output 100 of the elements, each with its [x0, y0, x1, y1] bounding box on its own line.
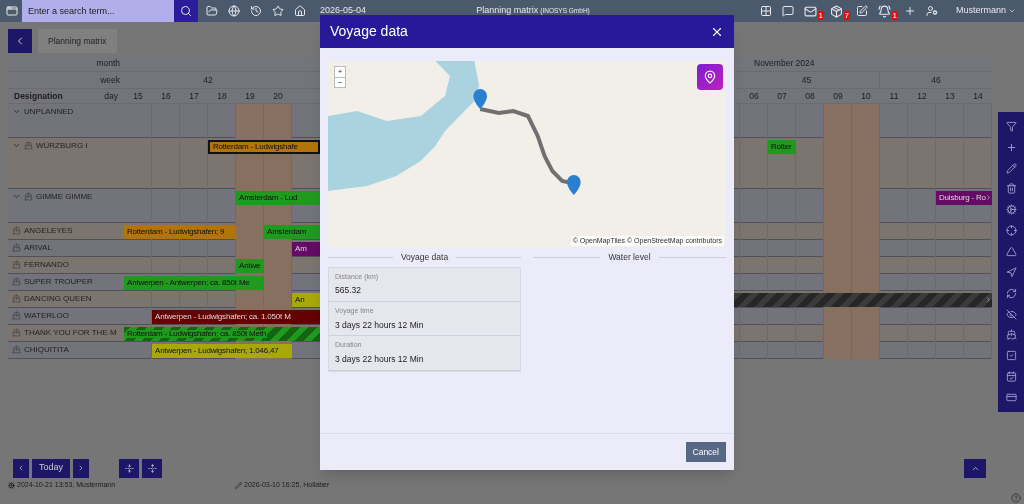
voyage-bar[interactable]: Rotter	[768, 140, 796, 154]
bell-icon	[877, 4, 891, 18]
search-field[interactable]: Enter a search term...	[22, 0, 174, 22]
filter-icon[interactable]	[1005, 120, 1017, 132]
day-number: 09	[832, 90, 844, 103]
page-title: Planning matrix	[476, 4, 539, 18]
target-icon[interactable]	[1005, 225, 1017, 237]
eye-off-icon[interactable]	[1005, 308, 1017, 320]
calendar-check-icon[interactable]	[1005, 371, 1017, 383]
date-text: 2026-05-04	[320, 4, 367, 18]
checkbox-icon[interactable]	[1005, 350, 1017, 362]
day-number: 08	[804, 90, 816, 103]
triangle-icon[interactable]	[1005, 246, 1017, 257]
home-icon[interactable]	[294, 5, 306, 17]
month-label: month	[95, 57, 121, 70]
voyage-bar[interactable]: Rotterdam - Ludwigshafen; ca. 850t Meth	[124, 327, 320, 341]
voyage-bar[interactable]: Amsterdam	[264, 225, 320, 239]
voyage-bar[interactable]: An	[292, 293, 320, 307]
pencil-icon	[235, 481, 243, 489]
mail-icon	[803, 4, 817, 18]
day-number: 06	[748, 90, 760, 103]
voyage-bar[interactable]: Antwerpen - Ludwigshafen; ca. 1.050t M	[152, 310, 320, 324]
refresh-icon[interactable]	[1005, 287, 1017, 299]
card-icon[interactable]	[1005, 391, 1017, 403]
voyage-bar[interactable]: Antwerpen - Antwerpen; ca. 850t Me	[124, 276, 264, 290]
chevron-down-icon[interactable]	[12, 141, 21, 150]
add-icon[interactable]	[903, 5, 916, 17]
gears-icon	[8, 481, 15, 489]
chevron-down-icon[interactable]	[12, 192, 21, 201]
grid-icon[interactable]	[759, 5, 772, 17]
section-title: Water level	[608, 251, 651, 264]
ship-icon	[12, 226, 21, 235]
day-number: 11	[888, 90, 900, 103]
day-number: 07	[776, 90, 788, 103]
day-number: 15	[132, 90, 144, 103]
day-number: 20	[272, 90, 284, 103]
row-name: UNPLANNED	[24, 107, 74, 117]
row-name: DANCING QUEEN	[24, 294, 92, 304]
tab[interactable]: Planning matrix	[38, 29, 117, 53]
add-icon[interactable]	[1005, 141, 1017, 153]
day-number: 10	[860, 90, 872, 103]
gears-icon[interactable]	[1005, 204, 1017, 216]
voyage-bar[interactable]: Am	[292, 242, 320, 256]
chevron-down-icon[interactable]	[12, 107, 21, 116]
voyage-bar[interactable]: Amsterdam - Lud	[236, 191, 320, 205]
voyage-bar[interactable]: Rotterdam - Ludwigshafen; 9	[124, 225, 236, 239]
row-name: SUPER TROUPER	[24, 277, 93, 287]
navigation-icon[interactable]	[1005, 266, 1017, 278]
field-value: 3 days 22 hours 12 Min	[335, 318, 425, 332]
expand-icon	[147, 463, 157, 473]
message-icon[interactable]	[781, 5, 794, 17]
cancel-button[interactable]: Cancel	[685, 442, 726, 462]
week-number: 42	[203, 74, 213, 87]
box-icon	[829, 4, 843, 18]
day-number: 14	[972, 90, 984, 103]
row-name: ARIVAL	[24, 243, 52, 253]
scroll-top-button[interactable]	[964, 458, 986, 478]
field-value: 565.32	[335, 284, 362, 297]
week-number: 46	[931, 74, 941, 87]
user-menu[interactable]: Mustermann	[955, 4, 1016, 18]
month-heading: November 2024	[753, 57, 815, 70]
delete-icon[interactable]	[1005, 183, 1017, 195]
edit-icon[interactable]	[855, 5, 868, 17]
folder-icon[interactable]	[206, 5, 218, 17]
zoom-out-button[interactable]: −	[335, 77, 345, 87]
ship-icon	[12, 345, 21, 354]
globe-icon[interactable]	[228, 5, 240, 17]
ship-icon	[12, 311, 21, 320]
ship-icon	[24, 192, 33, 201]
voyage-bar[interactable]: Duisburg - Ro	[936, 191, 992, 205]
pencil-icon[interactable]	[1005, 162, 1017, 174]
day-number: 19	[244, 90, 256, 103]
voyage-bar[interactable]: Rotterdam - Ludwigshafe	[208, 140, 320, 154]
collapse-button[interactable]	[119, 458, 140, 478]
day-number: 18	[216, 90, 228, 103]
row-name: WÜRZBURG I	[36, 141, 88, 151]
day-number: 17	[188, 90, 200, 103]
ship-icon	[12, 294, 21, 303]
notification-badge: 1	[817, 11, 824, 20]
next-button[interactable]	[73, 458, 90, 478]
app-icon[interactable]	[6, 5, 18, 17]
designation-heading: Designation	[14, 89, 63, 103]
row-name: WATERLOO	[24, 311, 69, 321]
row-name: CHIQUITITA	[24, 345, 69, 355]
expand-button[interactable]	[142, 458, 163, 478]
zoom-in-button[interactable]: +	[335, 67, 345, 77]
voyage-bar[interactable]: Antwerpen - Ludwigshafen; 1.046,47	[152, 344, 292, 358]
week-number: 45	[801, 74, 812, 87]
star-icon[interactable]	[272, 5, 284, 17]
user-settings-icon[interactable]	[925, 5, 938, 17]
field-value: 3 days 22 hours 12 Min	[335, 352, 425, 366]
voyage-bar[interactable]: Antwe	[236, 259, 264, 273]
history-icon[interactable]	[250, 5, 262, 17]
previous-button[interactable]	[13, 458, 29, 478]
today-button[interactable]: Today	[32, 458, 71, 478]
search-button[interactable]	[174, 0, 198, 22]
ship-icon[interactable]	[1005, 329, 1017, 341]
day-label: day	[104, 89, 118, 103]
dialog-title: Voyage data	[330, 22, 408, 41]
row-name: ANGELEYES	[24, 226, 73, 236]
